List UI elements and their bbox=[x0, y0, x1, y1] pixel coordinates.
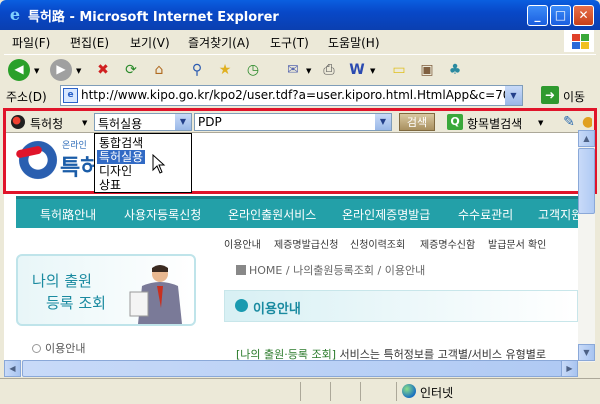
home-icon bbox=[236, 265, 246, 275]
scroll-down-icon[interactable]: ▼ bbox=[578, 344, 595, 361]
menu-bar: 파일(F) 편집(E) 보기(V) 즐겨찾기(A) 도구(T) 도움말(H) bbox=[4, 31, 596, 51]
back-dropdown-icon[interactable]: ▼ bbox=[34, 67, 39, 75]
section-banner: 나의 출원 등록 조회 bbox=[16, 254, 196, 326]
mail-dropdown-icon[interactable]: ▼ bbox=[306, 67, 311, 75]
status-bar: 인터넷 bbox=[0, 378, 600, 404]
patent-toolbar-highlight: 특허청 ▼ 특허실용 ▼ PDP ▼ 검색 Q 항목별검색 ▼ ✎ ● 통합검색… bbox=[3, 108, 597, 194]
subnav-inbox[interactable]: 제증명수신함 bbox=[420, 236, 475, 251]
address-bar: 주소(D) e http://www.kipo.go.kr/kpo2/user.… bbox=[4, 85, 596, 107]
search-icon[interactable]: ⚲ bbox=[186, 59, 208, 81]
pen-icon[interactable]: ✎ bbox=[558, 111, 580, 133]
subnav-guide[interactable]: 이용안내 bbox=[224, 236, 261, 251]
businessman-illustration bbox=[129, 265, 182, 324]
patent-toolbar: 특허청 ▼ 특허실용 ▼ PDP ▼ 검색 Q 항목별검색 ▼ ✎ ● bbox=[6, 111, 594, 133]
nav-fees[interactable]: 수수료관리 bbox=[458, 206, 513, 223]
info-text: [나의 출원·등록 조회] 서비스는 특허정보를 고객별/서비스 유형별로 bbox=[236, 348, 547, 360]
research-icon[interactable]: ▣ bbox=[416, 59, 438, 81]
discuss-icon[interactable]: ▭ bbox=[388, 59, 410, 81]
close-button[interactable]: ✕ bbox=[573, 5, 594, 26]
home-icon[interactable]: ⌂ bbox=[148, 59, 170, 81]
item-search-icon[interactable]: Q bbox=[447, 114, 463, 130]
nav-user-registration[interactable]: 사용자등록신청 bbox=[124, 206, 201, 223]
item-search-dropdown-icon[interactable]: ▼ bbox=[538, 119, 543, 127]
go-button[interactable]: 이동 bbox=[563, 88, 585, 105]
print-icon[interactable]: ⎙ bbox=[318, 59, 340, 81]
vertical-scroll-thumb[interactable] bbox=[578, 148, 595, 214]
breadcrumb: HOME / 나의출원등록조회 / 이용안내 bbox=[236, 262, 425, 278]
edit-dropdown-icon[interactable]: ▼ bbox=[370, 67, 375, 75]
refresh-icon[interactable]: ⟳ bbox=[120, 59, 142, 81]
category-select[interactable]: 특허실용 ▼ bbox=[94, 113, 192, 131]
internet-zone-icon bbox=[402, 384, 416, 398]
scroll-left-icon[interactable]: ◀ bbox=[4, 360, 21, 377]
option-patent-utility[interactable]: 특허실용 bbox=[97, 150, 146, 164]
option-trademark[interactable]: 상표 bbox=[97, 178, 123, 192]
subnav-history[interactable]: 신청이력조회 bbox=[350, 236, 405, 251]
horizontal-scrollbar[interactable]: ◀ ▶ bbox=[4, 360, 578, 377]
query-dropdown-icon[interactable]: ▼ bbox=[375, 114, 391, 130]
item-search-button[interactable]: 항목별검색 bbox=[467, 115, 522, 132]
windows-logo-icon bbox=[564, 30, 594, 52]
bullet-icon bbox=[235, 299, 248, 312]
address-dropdown-icon[interactable]: ▼ bbox=[505, 86, 522, 105]
minimize-button[interactable]: _ bbox=[527, 5, 548, 26]
nav-certificates[interactable]: 온라인제증명발급 bbox=[342, 206, 430, 223]
mail-icon[interactable]: ✉ bbox=[282, 59, 304, 81]
banner-line-1: 나의 출원 bbox=[32, 272, 92, 290]
menu-view[interactable]: 보기(V) bbox=[130, 34, 170, 51]
nav-online-filing[interactable]: 온라인출원서비스 bbox=[228, 206, 316, 223]
stop-icon[interactable]: ✖ bbox=[92, 59, 114, 81]
category-dropdown-list: 통합검색 특허실용 디자인 상표 bbox=[94, 133, 192, 193]
vertical-scrollbar[interactable]: ▲ ▼ bbox=[578, 130, 595, 362]
favorites-star-icon[interactable]: ★ bbox=[214, 59, 236, 81]
menu-tools[interactable]: 도구(T) bbox=[270, 34, 309, 51]
option-design[interactable]: 디자인 bbox=[97, 164, 134, 178]
page-icon: e bbox=[63, 88, 78, 103]
option-integrated[interactable]: 통합검색 bbox=[97, 136, 145, 150]
address-label: 주소(D) bbox=[6, 90, 47, 104]
search-query-input[interactable]: PDP ▼ bbox=[194, 113, 392, 131]
mouse-cursor-icon bbox=[152, 154, 166, 174]
forward-dropdown-icon[interactable]: ▼ bbox=[76, 67, 81, 75]
security-zone-label: 인터넷 bbox=[420, 386, 454, 400]
page-title: 이용안내 bbox=[253, 302, 301, 317]
address-input[interactable]: e http://www.kipo.go.kr/kpo2/user.tdf?a=… bbox=[60, 85, 523, 106]
nav-intro[interactable]: 특허路안내 bbox=[40, 206, 96, 223]
left-menu-item[interactable]: 이용안내 bbox=[32, 340, 85, 356]
maximize-button[interactable]: □ bbox=[550, 5, 571, 26]
menu-help[interactable]: 도움말(H) bbox=[328, 34, 380, 51]
ie-icon: e bbox=[9, 5, 21, 24]
history-icon[interactable]: ◷ bbox=[242, 59, 264, 81]
subnav-apply[interactable]: 제증명발급신청 bbox=[274, 236, 338, 251]
menu-file[interactable]: 파일(F) bbox=[12, 34, 50, 51]
nav-support[interactable]: 고객지원 bbox=[538, 206, 578, 223]
subnav-verify[interactable]: 발급문서 확인 bbox=[488, 236, 546, 251]
window-title: 특허路 - Microsoft Internet Explorer bbox=[28, 10, 279, 25]
menu-edit[interactable]: 편집(E) bbox=[70, 34, 109, 51]
edit-word-icon[interactable]: W bbox=[346, 59, 368, 81]
forward-icon[interactable]: ▶ bbox=[50, 59, 72, 81]
brand-label[interactable]: 특허청 bbox=[30, 115, 63, 132]
title-bar: e 특허路 - Microsoft Internet Explorer _ □ … bbox=[0, 0, 600, 30]
search-button[interactable]: 검색 bbox=[399, 113, 435, 131]
kipo-icon bbox=[11, 115, 25, 129]
brand-dropdown-icon[interactable]: ▼ bbox=[82, 119, 87, 127]
address-url[interactable]: http://www.kipo.go.kr/kpo2/user.tdf?a=us… bbox=[81, 88, 505, 102]
menu-favorites[interactable]: 즐겨찾기(A) bbox=[188, 34, 250, 51]
standard-toolbar: ◀ ▼ ▶ ▼ ✖ ⟳ ⌂ ⚲ ★ ◷ ✉ ▼ ⎙ W ▼ ▭ ▣ ♣ bbox=[4, 54, 596, 84]
horizontal-scroll-thumb[interactable] bbox=[22, 360, 562, 377]
page-title-bar: 이용안내 bbox=[224, 290, 578, 322]
scroll-up-icon[interactable]: ▲ bbox=[578, 130, 595, 147]
main-nav: 특허路안내 사용자등록신청 온라인출원서비스 온라인제증명발급 수수료관리 고객… bbox=[16, 196, 578, 228]
back-icon[interactable]: ◀ bbox=[8, 59, 30, 81]
category-dropdown-icon[interactable]: ▼ bbox=[175, 114, 191, 130]
banner-line-2: 등록 조회 bbox=[46, 294, 106, 312]
go-arrow-icon[interactable]: ➜ bbox=[541, 86, 559, 104]
messenger-icon[interactable]: ♣ bbox=[444, 59, 466, 81]
scroll-right-icon[interactable]: ▶ bbox=[561, 360, 578, 377]
